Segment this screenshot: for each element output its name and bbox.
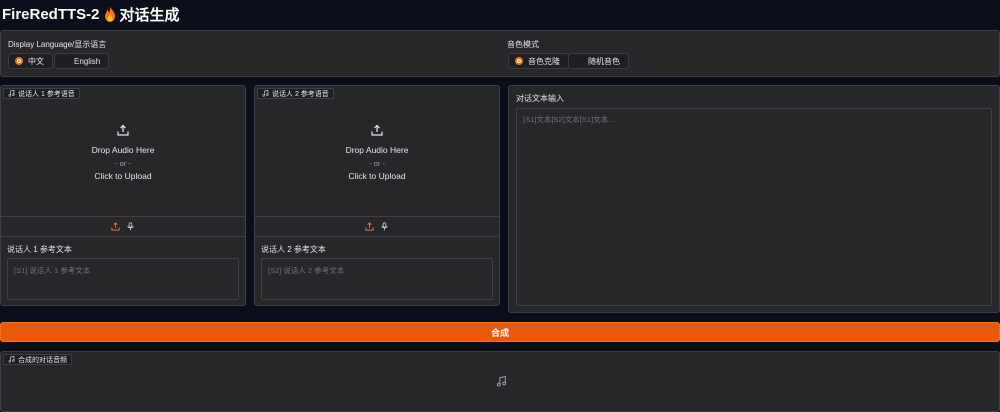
radio-selected-icon xyxy=(15,57,23,65)
radio-selected-icon xyxy=(515,57,523,65)
or-text: - or - xyxy=(369,159,385,168)
microphone-icon[interactable] xyxy=(126,222,135,231)
output-audio-label-text: 合成的对话音频 xyxy=(18,356,67,364)
upload-icon xyxy=(117,124,129,136)
voice-mode-option-clone-label: 音色克隆 xyxy=(528,56,560,66)
click-upload-text: Click to Upload xyxy=(94,171,152,181)
voice-mode-label: 音色模式 xyxy=(507,40,539,49)
speaker1-panel: 说话人 1 参考语音 Drop Audio Here - or - Click … xyxy=(0,85,246,306)
speaker2-text-input[interactable]: [S2] 说话人 2 参考文本 xyxy=(261,258,493,300)
click-upload-text: Click to Upload xyxy=(348,171,406,181)
music-note-icon xyxy=(262,90,269,97)
drop-audio-text: Drop Audio Here xyxy=(345,145,409,155)
radio-unselected-icon xyxy=(575,57,583,65)
app-name: FireRedTTS-2 xyxy=(2,5,100,23)
speaker1-audio-dropzone[interactable]: Drop Audio Here - or - Click to Upload xyxy=(1,124,245,183)
language-option-chinese-label: 中文 xyxy=(28,56,44,66)
output-audio-label: 合成的对话音频 xyxy=(3,354,72,365)
drop-audio-text: Drop Audio Here xyxy=(91,145,155,155)
dialog-text-input[interactable]: [S1]文本[S2]文本[S1]文本... xyxy=(516,108,992,306)
speaker1-text-label: 说话人 1 参考文本 xyxy=(7,245,72,254)
voice-mode-option-clone[interactable]: 音色克隆 xyxy=(508,53,569,69)
music-note-icon xyxy=(8,90,15,97)
speaker1-text-input[interactable]: [S1] 说话人 1 参考文本 xyxy=(7,258,239,300)
language-option-english-label: English xyxy=(74,56,101,66)
speaker2-text-label: 说话人 2 参考文本 xyxy=(261,245,326,254)
upload-icon xyxy=(371,124,383,136)
language-option-english[interactable]: English xyxy=(54,53,110,69)
voice-mode-option-random[interactable]: 随机音色 xyxy=(568,53,629,69)
output-audio-panel: 合成的对话音频 xyxy=(0,351,1000,412)
voice-mode-option-random-label: 随机音色 xyxy=(588,56,620,66)
radio-unselected-icon xyxy=(61,57,69,65)
or-text: - or - xyxy=(115,159,131,168)
speaker2-audio-source-toolbar xyxy=(255,216,499,237)
dialog-text-label: 对话文本输入 xyxy=(516,94,564,103)
language-option-chinese[interactable]: 中文 xyxy=(8,53,53,69)
speaker1-audio-label: 说话人 1 参考语音 xyxy=(3,88,80,99)
upload-icon[interactable] xyxy=(365,222,374,231)
speaker2-audio-label: 说话人 2 参考语音 xyxy=(257,88,334,99)
speaker2-audio-label-text: 说话人 2 参考语音 xyxy=(272,90,329,98)
speaker2-panel: 说话人 2 参考语音 Drop Audio Here - or - Click … xyxy=(254,85,500,306)
dialog-panel: 对话文本输入 [S1]文本[S2]文本[S1]文本... xyxy=(508,85,1000,313)
synthesize-button[interactable]: 合成 xyxy=(0,322,1000,342)
settings-panel: Display Language/显示语言 中文 English 音色模式 音色… xyxy=(0,30,1000,77)
music-note-icon xyxy=(496,376,507,387)
flame-icon xyxy=(104,6,115,22)
speaker1-audio-source-toolbar xyxy=(1,216,245,237)
page-title: FireRedTTS-2 对话生成 xyxy=(2,5,180,24)
speaker2-audio-dropzone[interactable]: Drop Audio Here - or - Click to Upload xyxy=(255,124,499,183)
language-label: Display Language/显示语言 xyxy=(8,40,107,49)
microphone-icon[interactable] xyxy=(380,222,389,231)
page-subtitle: 对话生成 xyxy=(119,6,180,24)
upload-icon[interactable] xyxy=(111,222,120,231)
speaker1-audio-label-text: 说话人 1 参考语音 xyxy=(18,90,75,98)
music-note-icon xyxy=(8,356,15,363)
